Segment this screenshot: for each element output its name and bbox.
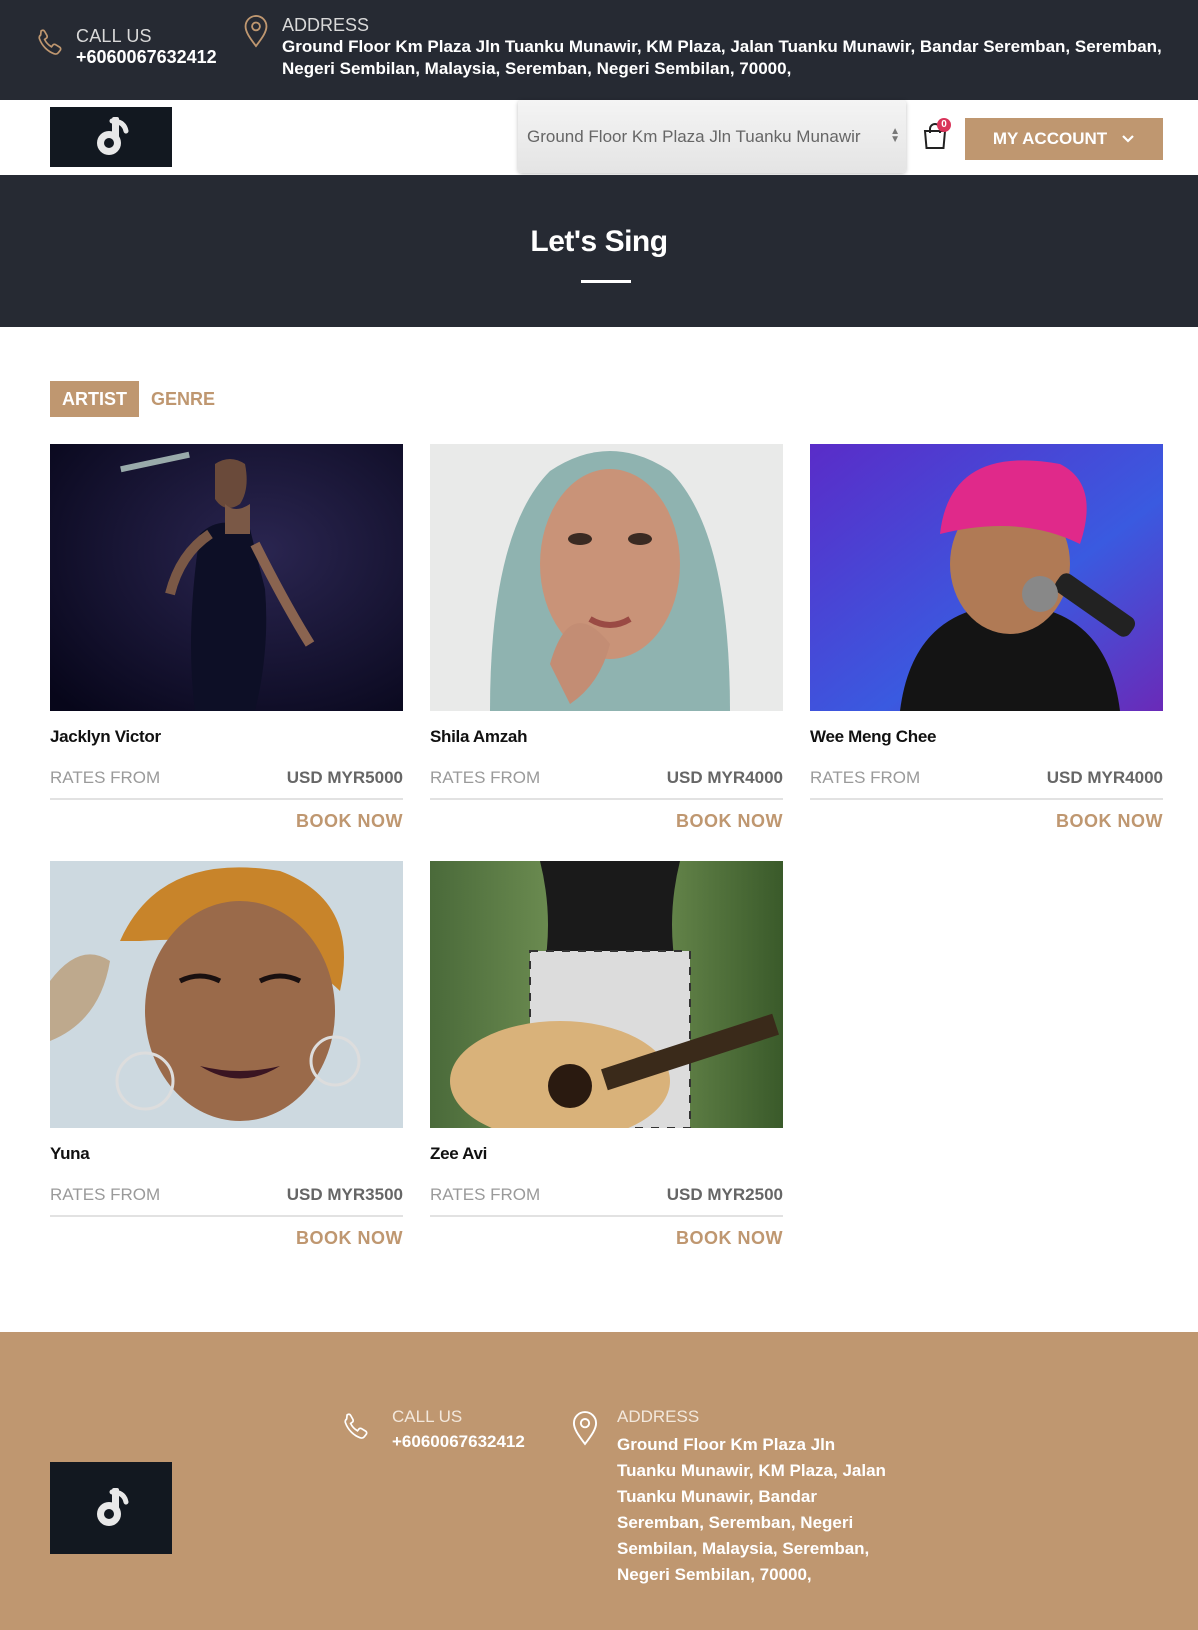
map-pin-icon [572, 1411, 598, 1446]
location-select[interactable]: Ground Floor Km Plaza Jln Tuanku Munawir… [518, 100, 906, 173]
tab-artist[interactable]: ARTIST [50, 381, 139, 417]
call-us-label: CALL US [76, 26, 152, 46]
logo-mark-icon [97, 1488, 129, 1526]
rate-value: USD MYR5000 [286, 768, 403, 787]
book-now-button[interactable]: BOOK NOW [1056, 811, 1163, 832]
artist-card: Yuna RATES FROM USD MYR3500 BOOK NOW [50, 861, 403, 1261]
footer-phone-number[interactable]: +6060067632412 [392, 1432, 525, 1452]
artist-name: Yuna [50, 1144, 90, 1163]
cart-count-badge: 0 [937, 118, 951, 132]
artist-photo[interactable] [50, 444, 403, 711]
location-select-value: Ground Floor Km Plaza Jln Tuanku Munawir [527, 126, 861, 146]
artist-photo[interactable] [430, 861, 783, 1128]
artist-card: Jacklyn Victor RATES FROM USD MYR5000 BO… [50, 444, 403, 844]
phone-number[interactable]: +6060067632412 [76, 47, 217, 68]
select-arrows-icon: ▲ ▼ [890, 126, 900, 145]
footer-call-us-label: CALL US [392, 1407, 463, 1426]
divider [430, 1215, 783, 1217]
divider [50, 798, 403, 800]
rates-from-label: RATES FROM [810, 768, 921, 787]
address-label: ADDRESS [282, 15, 370, 35]
page-title: Let's Sing [530, 225, 668, 258]
rate-value: USD MYR2500 [666, 1185, 783, 1204]
hero-banner: Let's Sing [0, 175, 1198, 327]
rate-value: USD MYR3500 [286, 1185, 403, 1204]
chevron-down-icon [1122, 135, 1134, 143]
rates-from-label: RATES FROM [50, 768, 161, 787]
address-text: Ground Floor Km Plaza Jln Tuanku Munawir… [282, 37, 1162, 78]
rates-from-label: RATES FROM [430, 1185, 541, 1204]
logo-mark-icon [97, 117, 129, 155]
site-logo[interactable] [50, 107, 172, 167]
artist-card: Zee Avi RATES FROM USD MYR2500 BOOK NOW [430, 861, 783, 1261]
my-account-label: MY ACCOUNT [992, 129, 1108, 148]
site-footer: CALL US +6060067632412 ADDRESS Ground Fl… [0, 1332, 1198, 1630]
artist-photo[interactable] [810, 444, 1163, 711]
rate-value: USD MYR4000 [1046, 768, 1163, 787]
book-now-button[interactable]: BOOK NOW [676, 1228, 783, 1249]
footer-address-label: ADDRESS [617, 1407, 700, 1426]
divider [810, 798, 1163, 800]
my-account-button[interactable]: MY ACCOUNT [965, 118, 1163, 160]
phone-icon [344, 1413, 368, 1439]
divider [50, 1215, 403, 1217]
rates-from-label: RATES FROM [50, 1185, 161, 1204]
artist-name: Jacklyn Victor [50, 727, 161, 746]
book-now-button[interactable]: BOOK NOW [296, 1228, 403, 1249]
artist-name: Wee Meng Chee [810, 727, 937, 746]
phone-icon [38, 29, 62, 55]
divider [430, 798, 783, 800]
rates-from-label: RATES FROM [430, 768, 541, 787]
footer-address-text: Ground Floor Km Plaza Jln Tuanku Munawir… [617, 1435, 886, 1584]
artist-photo[interactable] [430, 444, 783, 711]
artist-card: Shila Amzah RATES FROM USD MYR4000 BOOK … [430, 444, 783, 844]
map-pin-icon [244, 15, 268, 48]
artist-name: Shila Amzah [430, 727, 528, 746]
rate-value: USD MYR4000 [666, 768, 783, 787]
tab-genre[interactable]: GENRE [151, 381, 215, 417]
book-now-button[interactable]: BOOK NOW [676, 811, 783, 832]
top-contact-bar: CALL US +6060067632412 ADDRESS Ground Fl… [0, 0, 1198, 100]
footer-logo[interactable] [50, 1462, 172, 1554]
title-underline [581, 280, 631, 283]
book-now-button[interactable]: BOOK NOW [296, 811, 403, 832]
site-header: Ground Floor Km Plaza Jln Tuanku Munawir… [0, 100, 1198, 175]
artist-card: Wee Meng Chee RATES FROM USD MYR4000 BOO… [810, 444, 1163, 844]
artist-name: Zee Avi [430, 1144, 488, 1163]
artist-photo[interactable] [50, 861, 403, 1128]
